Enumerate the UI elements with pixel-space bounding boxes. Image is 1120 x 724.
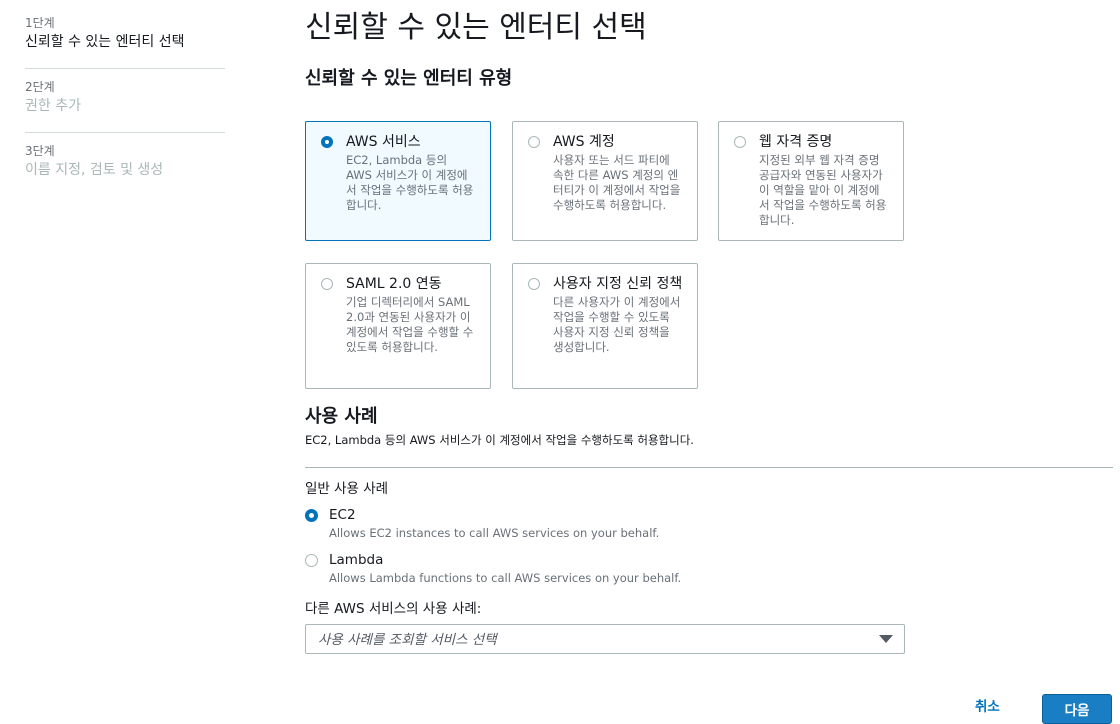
next-button[interactable]: 다음 [1042, 694, 1112, 724]
option-title: Lambda [329, 552, 384, 568]
tile-title: 사용자 지정 신뢰 정책 [553, 276, 683, 292]
step-label: 이름 지정, 검토 및 생성 [25, 162, 164, 178]
common-use-cases-label: 일반 사용 사례 [305, 481, 389, 497]
main-content: 신뢰할 수 있는 엔터티 선택 신뢰할 수 있는 엔터티 유형 AWS 서비스 … [305, 0, 1120, 724]
entity-section-title: 신뢰할 수 있는 엔터티 유형 [305, 68, 513, 89]
step-3: 3단계 이름 지정, 검토 및 생성 [25, 142, 225, 196]
tile-description: 사용자 또는 서드 파티에 속한 다른 AWS 계정의 엔터티가 이 계정에서 … [553, 153, 681, 212]
step-2: 2단계 권한 추가 [25, 78, 225, 133]
option-title: EC2 [329, 507, 356, 523]
radio-icon[interactable] [321, 278, 333, 290]
section-divider [305, 467, 1113, 468]
radio-icon[interactable] [528, 136, 540, 148]
step-label: 권한 추가 [25, 98, 81, 114]
tile-description: 기업 디렉터리에서 SAML 2.0과 연동된 사용자가 이 계정에서 작업을 … [346, 295, 474, 354]
tile-title: AWS 계정 [553, 134, 615, 150]
entity-tile-aws-account[interactable]: AWS 계정 사용자 또는 서드 파티에 속한 다른 AWS 계정의 엔터티가 … [512, 121, 698, 241]
entity-tile-web-identity[interactable]: 웹 자격 증명 지정된 외부 웹 자격 증명 공급자와 연동된 사용자가 이 역… [718, 121, 904, 241]
entity-tile-custom-trust-policy[interactable]: 사용자 지정 신뢰 정책 다른 사용자가 이 계정에서 작업을 수행할 수 있도… [512, 263, 698, 389]
radio-icon[interactable] [734, 136, 746, 148]
tile-description: EC2, Lambda 등의 AWS 서비스가 이 계정에서 작업을 수행하도록… [346, 153, 474, 212]
radio-icon[interactable] [305, 509, 318, 522]
option-description: Allows Lambda functions to call AWS serv… [329, 571, 682, 585]
radio-icon[interactable] [305, 554, 318, 567]
step-1: 1단계 신뢰할 수 있는 엔터티 선택 [25, 14, 225, 69]
page-title: 신뢰할 수 있는 엔터티 선택 [305, 10, 647, 45]
use-case-title: 사용 사례 [305, 406, 378, 427]
select-placeholder: 사용 사례를 조회할 서비스 선택 [318, 632, 497, 648]
other-services-label: 다른 AWS 서비스의 사용 사례: [305, 601, 482, 617]
option-description: Allows EC2 instances to call AWS service… [329, 526, 660, 540]
tile-description: 지정된 외부 웹 자격 증명 공급자와 연동된 사용자가 이 역할을 맡아 이 … [759, 153, 887, 227]
cancel-button[interactable]: 취소 [975, 697, 1000, 717]
tile-title: SAML 2.0 연동 [346, 276, 442, 292]
tile-title: AWS 서비스 [346, 134, 421, 150]
use-case-option-lambda[interactable]: Lambda Allows Lambda functions to call A… [305, 551, 905, 587]
caret-down-icon [879, 635, 893, 643]
step-number: 2단계 [25, 80, 55, 94]
use-case-description: EC2, Lambda 등의 AWS 서비스가 이 계정에서 작업을 수행하도록… [305, 433, 694, 447]
entity-tile-aws-service[interactable]: AWS 서비스 EC2, Lambda 등의 AWS 서비스가 이 계정에서 작… [305, 121, 491, 241]
radio-icon[interactable] [321, 136, 333, 148]
radio-icon[interactable] [528, 278, 540, 290]
tile-description: 다른 사용자가 이 계정에서 작업을 수행할 수 있도록 사용자 지정 신뢰 정… [553, 295, 681, 354]
step-number: 3단계 [25, 144, 55, 158]
entity-tile-saml[interactable]: SAML 2.0 연동 기업 디렉터리에서 SAML 2.0과 연동된 사용자가… [305, 263, 491, 389]
use-case-option-ec2[interactable]: EC2 Allows EC2 instances to call AWS ser… [305, 506, 905, 542]
step-label: 신뢰할 수 있는 엔터티 선택 [25, 34, 185, 50]
service-select-dropdown[interactable]: 사용 사례를 조회할 서비스 선택 [305, 624, 905, 654]
tile-title: 웹 자격 증명 [759, 134, 833, 150]
wizard-steps-nav: 1단계 신뢰할 수 있는 엔터티 선택 2단계 권한 추가 3단계 이름 지정,… [25, 14, 225, 205]
step-number: 1단계 [25, 16, 55, 30]
